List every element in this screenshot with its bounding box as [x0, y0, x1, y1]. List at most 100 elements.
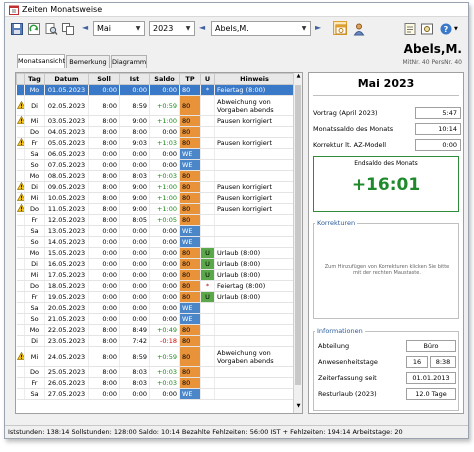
cell-tp: 80 — [179, 170, 201, 182]
table-row[interactable]: Mo 08.05.2023 8:00 8:03 +0:03 80 — [16, 170, 295, 182]
table-row[interactable]: Di 16.05.2023 0:00 0:00 0:00 80 U Urlaub (8:00) — [16, 258, 295, 270]
anwesenheit-time: 8:38 — [430, 356, 456, 368]
cell-u — [200, 335, 215, 347]
tab-monatsansicht[interactable]: Monatsansicht — [17, 54, 65, 68]
korrekturen-hint: Zum Hinzufügen von Korrekturen klicken S… — [324, 264, 450, 276]
summary-panel: Mai 2023 Vortrag (April 2023) 5:47 Monats… — [308, 72, 464, 414]
copy-icon[interactable] — [60, 21, 74, 35]
chevron-down-icon[interactable]: ▼ — [133, 23, 143, 34]
table-row[interactable]: Mo 15.05.2023 0:00 0:00 0:00 80 U Urlaub (8:00) — [16, 247, 295, 259]
vertical-scrollbar[interactable]: ▲ ▼ — [293, 73, 302, 413]
table-row[interactable]: Mi 24.05.2023 8:00 8:59 +0:59 80 Abweichung vo… — [16, 346, 295, 367]
scroll-down-icon[interactable]: ▼ — [294, 403, 302, 413]
table-row[interactable]: Mo 22.05.2023 8:00 8:49 +0:49 80 — [16, 324, 295, 336]
column-header[interactable]: Ist — [119, 73, 150, 85]
column-header[interactable]: Soll — [88, 73, 120, 85]
notes-icon[interactable] — [402, 21, 416, 35]
table-row[interactable]: Fr 05.05.2023 8:00 9:03 +1:03 80 Pausen korrig… — [16, 137, 295, 149]
row-warning — [16, 366, 25, 378]
cell-datum: 09.05.2023 — [44, 181, 89, 193]
column-header[interactable]: Saldo — [149, 73, 180, 85]
table-row[interactable]: So 14.05.2023 0:00 0:00 0:00 WE — [16, 236, 295, 248]
refresh-icon[interactable] — [26, 21, 40, 35]
year-select-value: 2023 — [153, 24, 174, 33]
cell-saldo: 0:00 — [149, 247, 180, 259]
cell-tag: Sa — [24, 148, 45, 160]
cell-u: U — [200, 291, 215, 303]
month-select[interactable]: Mai ▼ — [93, 21, 145, 36]
cell-hinweis: Pausen korrigiert — [214, 192, 295, 204]
cell-u: * — [200, 84, 215, 96]
table-row[interactable]: Fr 19.05.2023 0:00 0:00 0:00 80 U Urlaub (8:00) — [16, 291, 295, 303]
table-row[interactable]: Di 02.05.2023 8:00 8:59 +0:59 80 Abweichung vo… — [16, 95, 295, 116]
table-row[interactable]: Sa 27.05.2023 0:00 0:00 0:00 WE — [16, 388, 295, 400]
korrekturen-box[interactable]: Zum Hinzufügen von Korrekturen klicken S… — [313, 223, 459, 319]
prev-month-button[interactable]: ◄ — [82, 23, 88, 32]
table-row[interactable]: Mo 01.05.2023 0:00 0:00 0:00 80 * Feiertag (8:0… — [16, 84, 295, 96]
status-bar: Iststunden: 138:14 Sollstunden: 128:00 S… — [5, 425, 468, 438]
table-row[interactable]: Do 11.05.2023 8:00 9:00 +1:00 80 Pausen korrig… — [16, 203, 295, 215]
column-header[interactable]: Tag — [24, 73, 45, 85]
chevron-down-icon[interactable]: ▼ — [183, 23, 193, 34]
scroll-up-icon[interactable]: ▲ — [294, 73, 302, 83]
row-warning — [16, 302, 25, 314]
help-icon[interactable]: ? — [438, 21, 452, 35]
column-header[interactable]: U — [200, 73, 215, 85]
table-row[interactable]: So 07.05.2023 0:00 0:00 0:00 WE — [16, 159, 295, 171]
table-row[interactable]: Fr 26.05.2023 8:00 8:03 +0:03 80 — [16, 377, 295, 389]
cell-saldo: 0:00 — [149, 236, 180, 248]
table-row[interactable]: So 21.05.2023 0:00 0:00 0:00 WE — [16, 313, 295, 325]
cell-datum: 15.05.2023 — [44, 247, 89, 259]
table-row[interactable]: Mi 03.05.2023 8:00 9:00 +1:00 80 Pausen korrig… — [16, 115, 295, 127]
cell-datum: 11.05.2023 — [44, 203, 89, 215]
year-select[interactable]: 2023 ▼ — [149, 21, 195, 36]
print-preview-icon[interactable] — [43, 21, 58, 35]
cell-ist: 8:03 — [119, 170, 150, 182]
summary-month-title: Mai 2023 — [357, 77, 415, 90]
cell-saldo: 0:00 — [149, 388, 180, 400]
tab-bemerkung[interactable]: Bemerkung — [66, 55, 110, 68]
table-row[interactable]: Di 23.05.2023 8:00 7:42 -0:18 80 — [16, 335, 295, 347]
column-header[interactable]: Hinweis — [214, 73, 295, 85]
cell-ist: 0:00 — [119, 302, 150, 314]
employee-select[interactable]: Abels,M. ▼ — [211, 21, 311, 36]
cell-soll: 0:00 — [88, 225, 120, 237]
calendar-icon[interactable] — [333, 21, 347, 35]
cell-hinweis: Pausen korrigiert — [214, 137, 295, 149]
cell-tp: WE — [179, 313, 201, 325]
scrollbar-thumb[interactable] — [295, 85, 301, 385]
table-row[interactable]: Mi 17.05.2023 0:00 0:00 0:00 80 U Urlaub (8:00) — [16, 269, 295, 281]
chevron-down-icon[interactable]: ▼ — [453, 21, 461, 35]
cell-u — [200, 170, 215, 182]
table-row[interactable]: Sa 20.05.2023 0:00 0:00 0:00 WE — [16, 302, 295, 314]
warning-icon — [16, 138, 24, 146]
save-icon[interactable] — [9, 21, 23, 35]
column-header[interactable]: TP — [179, 73, 201, 85]
cell-datum: 16.05.2023 — [44, 258, 89, 270]
table-row[interactable]: Sa 13.05.2023 0:00 0:00 0:00 WE — [16, 225, 295, 237]
cell-datum: 26.05.2023 — [44, 377, 89, 389]
cell-u — [200, 377, 215, 389]
table-row[interactable]: Do 04.05.2023 8:00 8:00 0:00 80 — [16, 126, 295, 138]
next-employee-button[interactable]: ► — [315, 23, 321, 32]
svg-text:?: ? — [444, 25, 449, 34]
vortrag-row: Vortrag (April 2023) 5:47 — [313, 107, 461, 119]
table-row[interactable]: Mi 10.05.2023 8:00 9:00 +1:00 80 Pausen korrig… — [16, 192, 295, 204]
chevron-down-icon[interactable]: ▼ — [299, 23, 309, 34]
column-header[interactable]: Datum — [44, 73, 89, 85]
cell-u — [200, 126, 215, 138]
settings-icon[interactable] — [419, 21, 433, 35]
cell-u — [200, 148, 215, 160]
cell-tag: Di — [24, 335, 45, 347]
cell-ist: 8:05 — [119, 214, 150, 226]
table-row[interactable]: Sa 06.05.2023 0:00 0:00 0:00 WE — [16, 148, 295, 160]
table-row[interactable]: Fr 12.05.2023 8:00 8:05 +0:05 80 — [16, 214, 295, 226]
table-row[interactable]: Di 09.05.2023 8:00 9:00 +1:00 80 Pausen korrig… — [16, 181, 295, 193]
cell-tag: Mo — [24, 247, 45, 259]
table-row[interactable]: Do 18.05.2023 0:00 0:00 0:00 80 * Feiertag (8:0… — [16, 280, 295, 292]
tab-diagramm[interactable]: Diagramm — [111, 55, 147, 68]
prev-employee-button[interactable]: ◄ — [199, 23, 205, 32]
table-row[interactable]: Do 25.05.2023 8:00 8:03 +0:03 80 — [16, 366, 295, 378]
person-icon[interactable] — [351, 21, 365, 36]
cell-hinweis — [214, 324, 295, 336]
